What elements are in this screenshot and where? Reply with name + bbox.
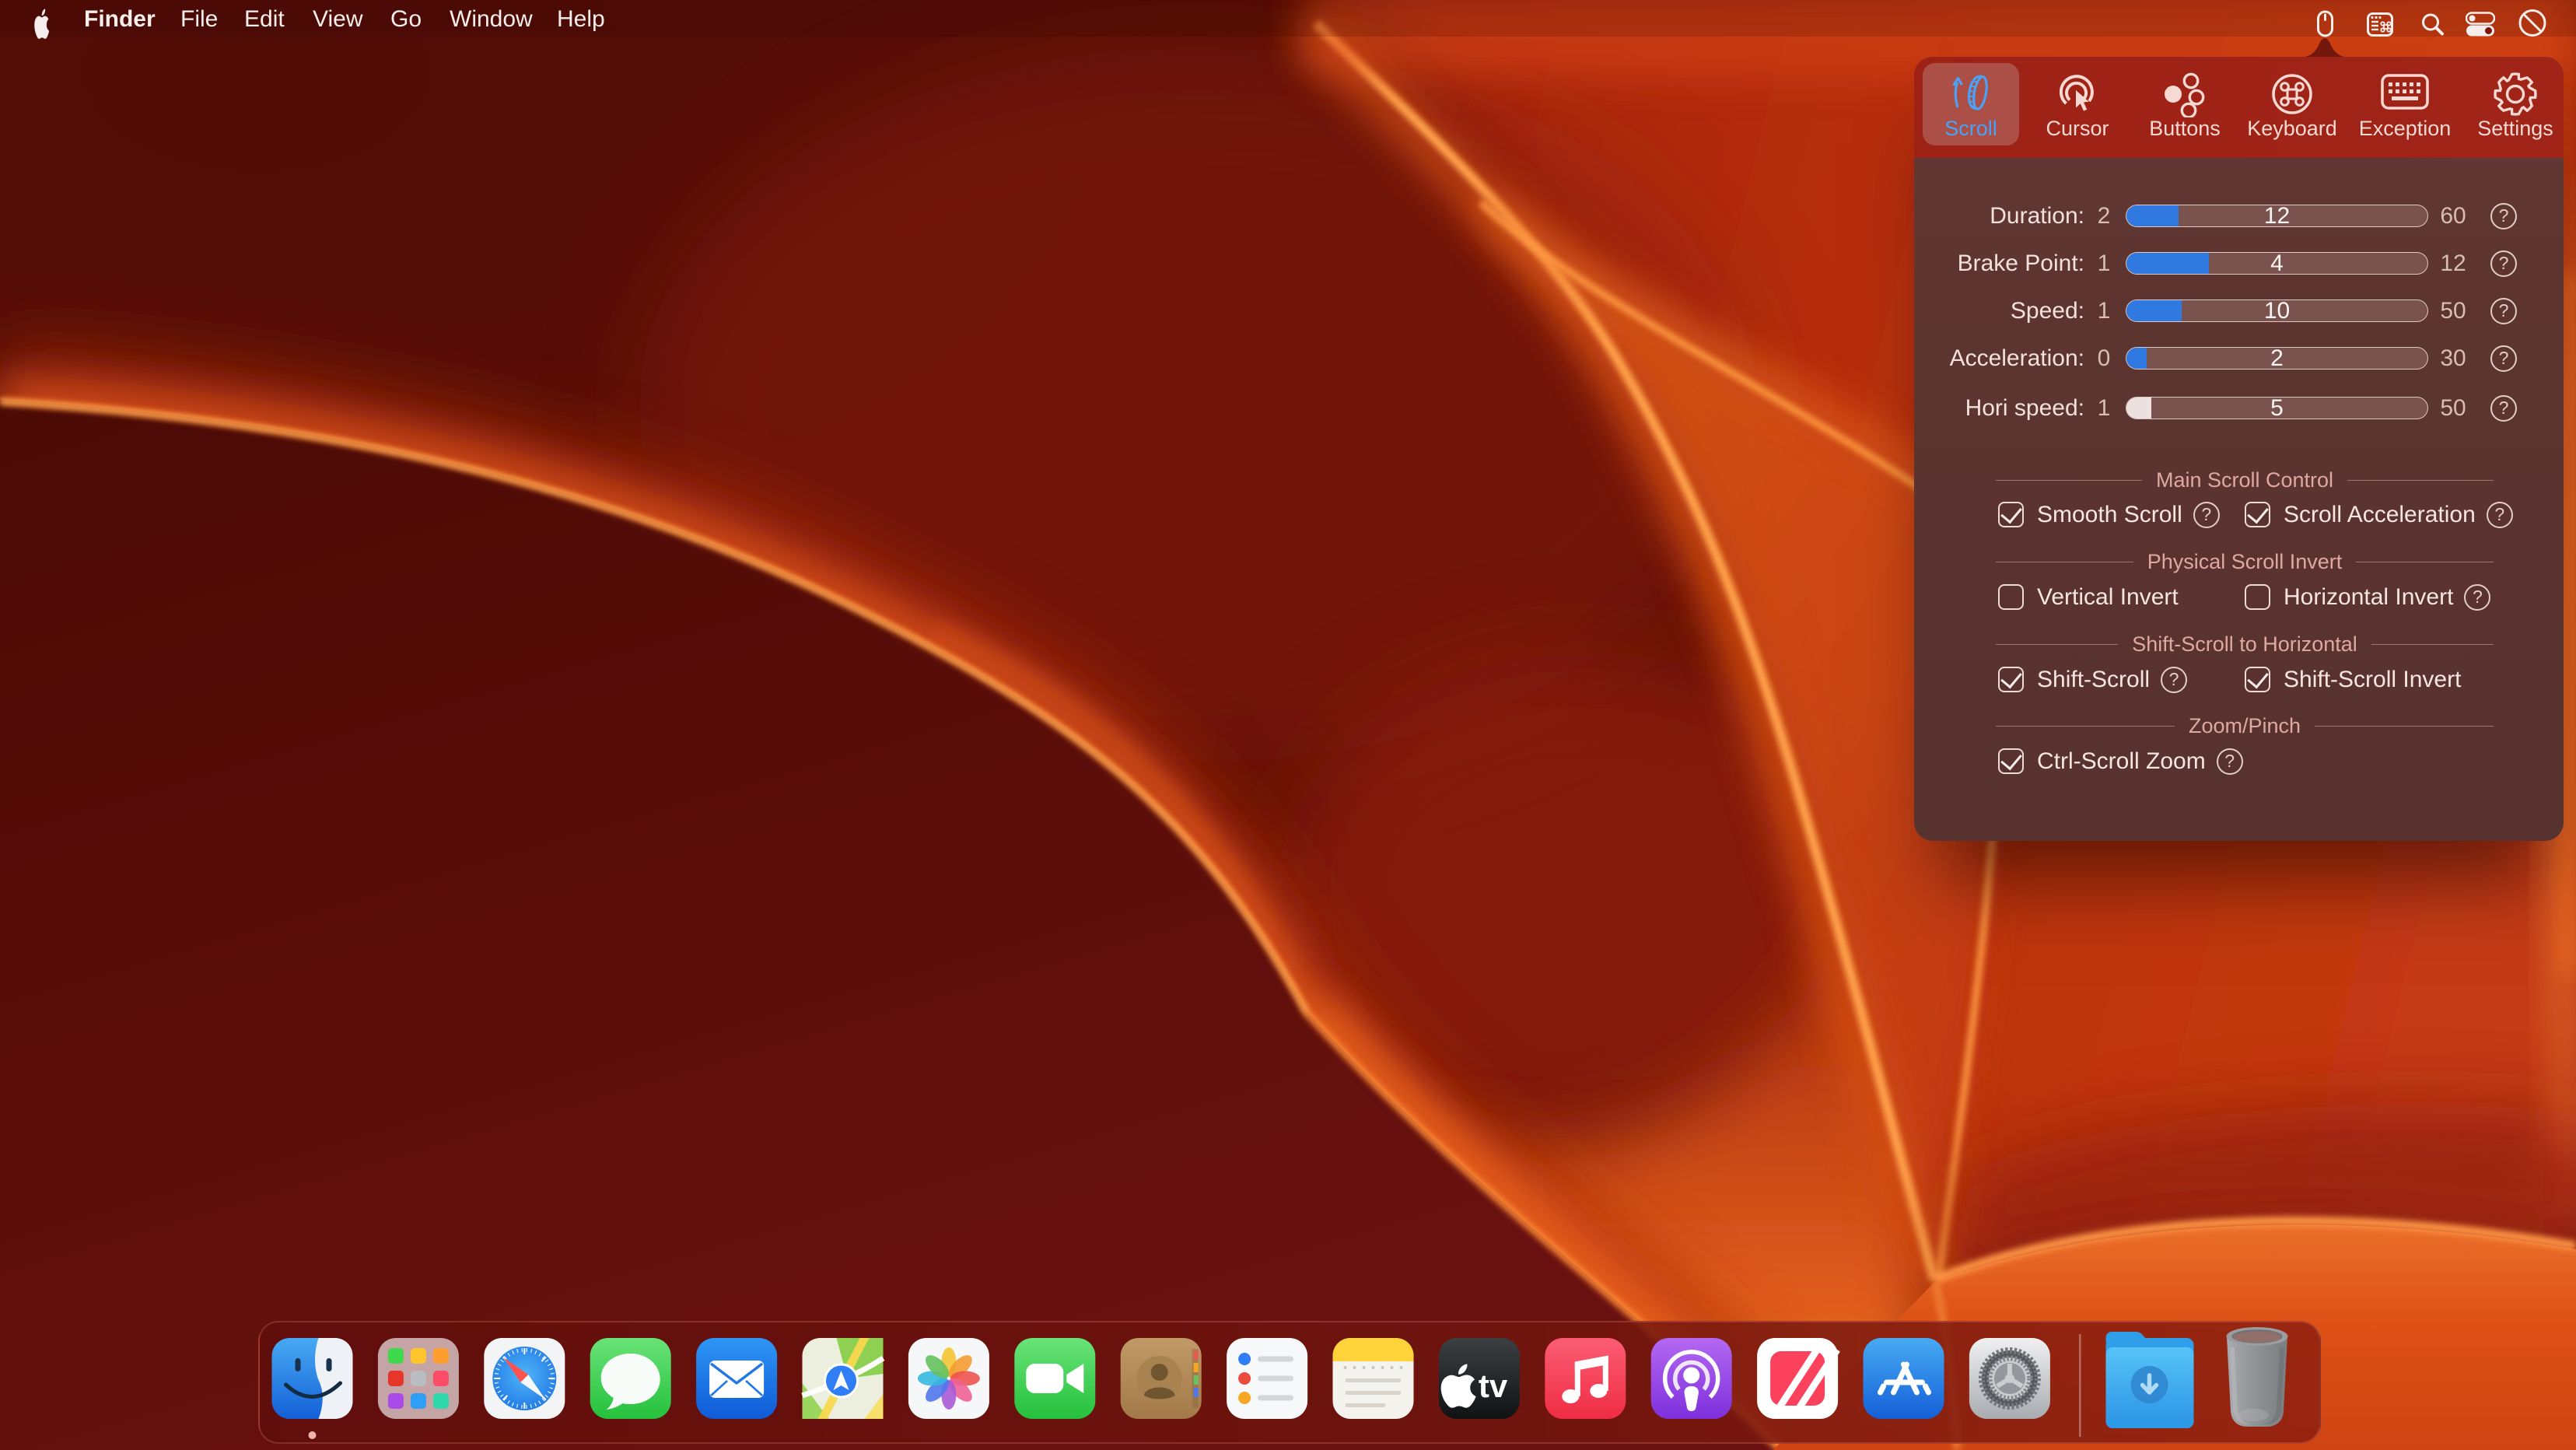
svg-text:tv: tv [1479, 1368, 1508, 1404]
